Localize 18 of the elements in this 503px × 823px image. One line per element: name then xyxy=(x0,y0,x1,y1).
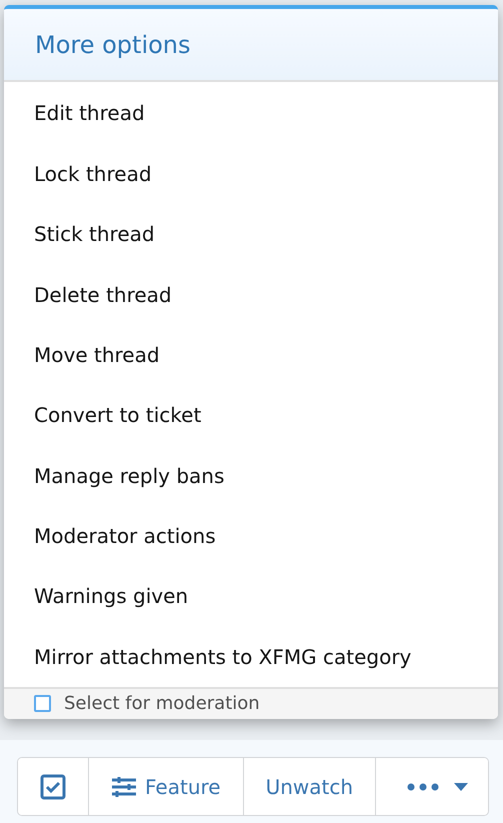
menu-item[interactable]: Edit thread xyxy=(4,82,498,144)
select-button[interactable] xyxy=(18,758,89,815)
menu-item[interactable]: Lock thread xyxy=(4,144,498,204)
menu-title: More options xyxy=(35,30,191,58)
checkbox-icon xyxy=(40,774,66,800)
menu-item[interactable]: Warnings given xyxy=(4,566,498,626)
checkbox-label: Select for moderation xyxy=(64,693,260,714)
caret-icon xyxy=(454,782,468,790)
menu-item[interactable]: Manage reply bans xyxy=(4,445,498,506)
menu-item[interactable]: Stick thread xyxy=(4,204,498,265)
checkbox[interactable] xyxy=(34,695,51,712)
menu-item[interactable]: Moderator actions xyxy=(4,506,498,566)
sliders-icon xyxy=(111,776,137,798)
menu-item[interactable]: Convert to ticket xyxy=(4,385,498,446)
menu-item[interactable]: Delete thread xyxy=(4,264,498,325)
dots-icon xyxy=(406,782,440,792)
menu-item[interactable]: Mirror attachments to XFMG category xyxy=(4,626,498,687)
menu-item[interactable]: Move thread xyxy=(4,324,498,386)
